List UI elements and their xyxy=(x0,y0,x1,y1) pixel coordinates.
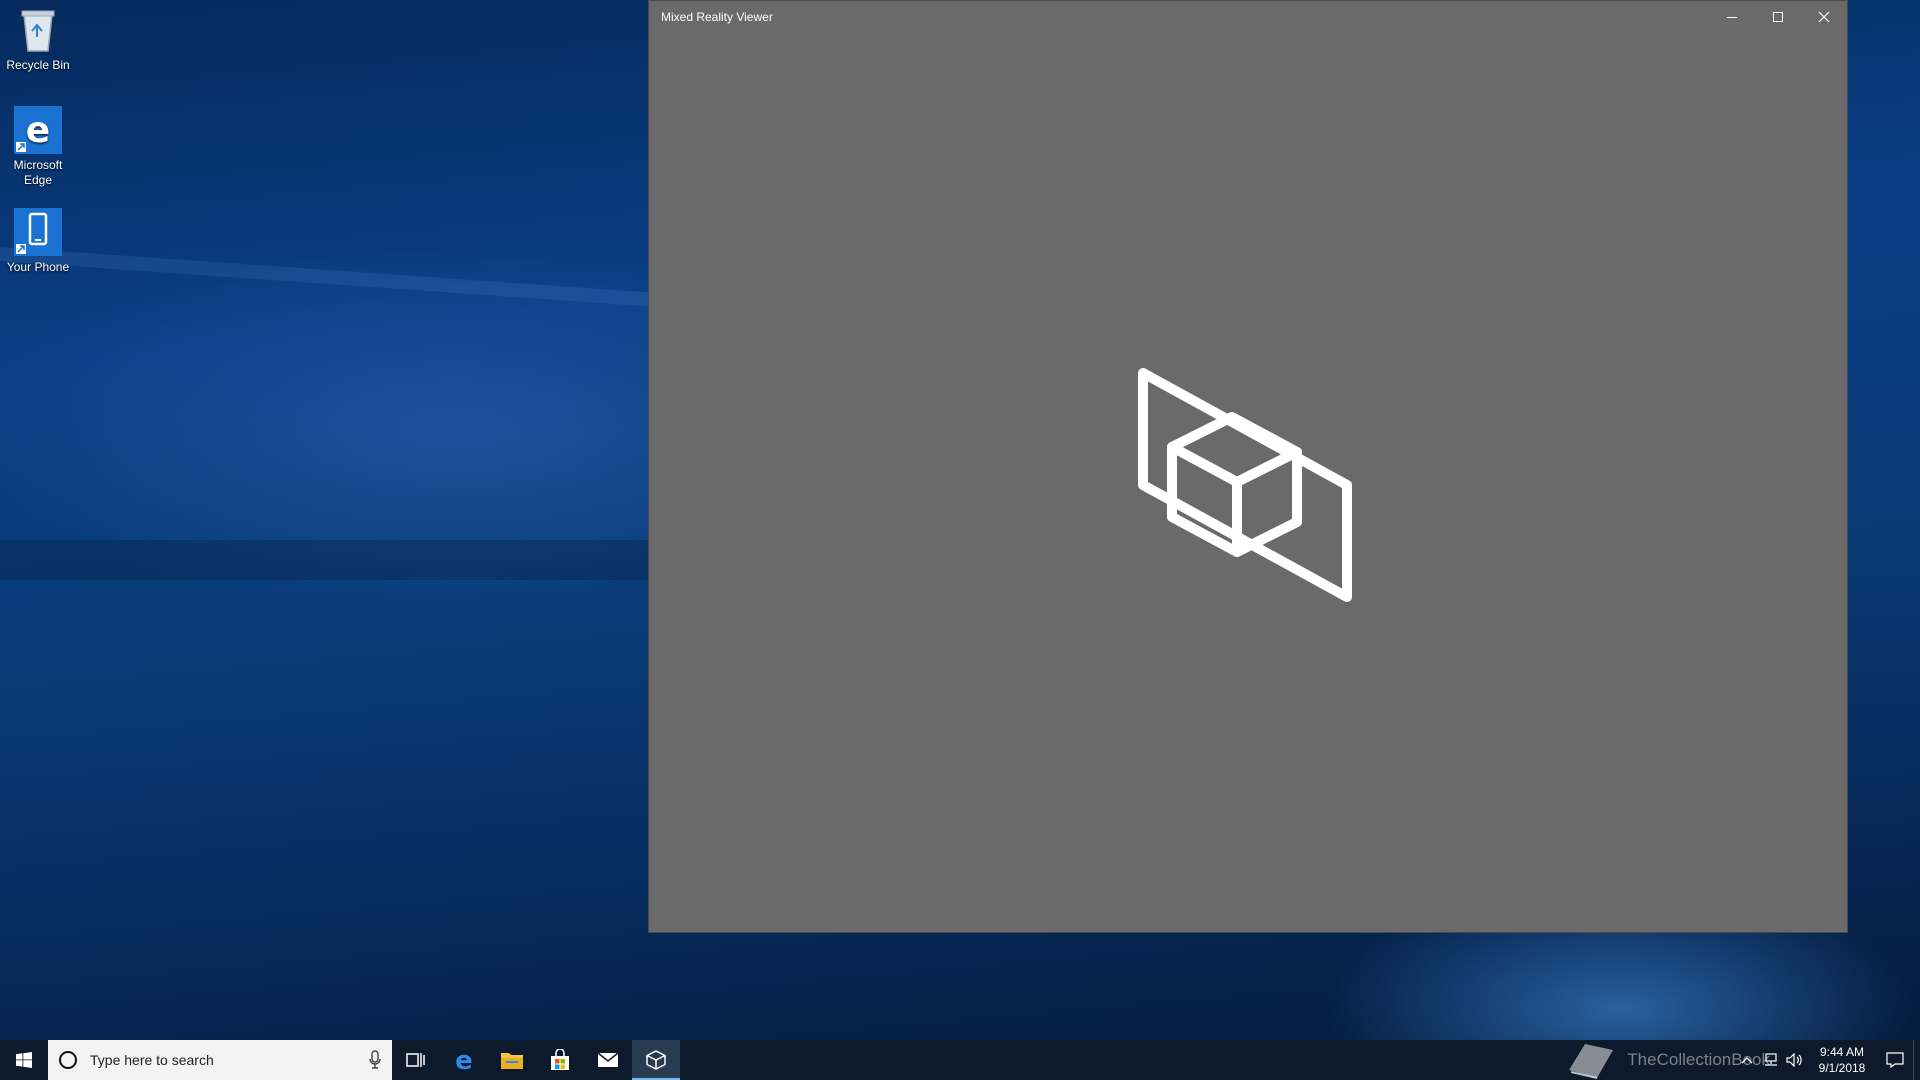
windows-logo-icon xyxy=(16,1052,32,1068)
desktop-icon-your-phone[interactable]: Your Phone xyxy=(0,208,76,275)
clock-date: 9/1/2018 xyxy=(1818,1061,1866,1075)
start-button[interactable] xyxy=(0,1040,48,1080)
task-view-icon xyxy=(406,1053,425,1067)
network-icon xyxy=(1765,1053,1777,1066)
show-hidden-icons-button[interactable] xyxy=(1735,1040,1759,1080)
window-titlebar[interactable]: Mixed Reality Viewer xyxy=(649,1,1847,33)
mixed-reality-viewer-logo-icon xyxy=(1138,368,1352,602)
mixed-reality-viewer-icon xyxy=(646,1050,666,1070)
maximize-button[interactable] xyxy=(1755,1,1801,33)
svg-text:e: e xyxy=(26,110,50,151)
network-button[interactable] xyxy=(1759,1040,1783,1080)
mixed-reality-viewer-window[interactable]: Mixed Reality Viewer xyxy=(648,0,1848,933)
taskbar-file-explorer-button[interactable] xyxy=(488,1040,536,1080)
desktop-icon-label: Recycle Bin xyxy=(6,58,70,72)
minimize-button[interactable] xyxy=(1709,1,1755,33)
speaker-icon xyxy=(1786,1053,1802,1067)
mail-icon xyxy=(597,1052,619,1067)
close-button[interactable] xyxy=(1801,1,1847,33)
volume-button[interactable] xyxy=(1783,1040,1807,1080)
taskbar-store-button[interactable] xyxy=(536,1040,584,1080)
search-placeholder: Type here to search xyxy=(90,1052,214,1068)
microphone-icon[interactable] xyxy=(368,1050,382,1070)
phone-icon xyxy=(14,208,62,256)
taskbar-mixed-reality-viewer-button[interactable] xyxy=(632,1040,680,1080)
chevron-up-icon xyxy=(1741,1057,1753,1064)
book-logo-icon xyxy=(1569,1044,1614,1079)
notification-icon xyxy=(1886,1052,1904,1068)
search-box[interactable]: Type here to search xyxy=(48,1040,392,1080)
edge-icon: e xyxy=(455,1047,473,1073)
show-desktop-button[interactable] xyxy=(1913,1040,1920,1080)
desktop-icon-microsoft-edge[interactable]: e Microsoft Edge xyxy=(0,106,76,188)
wallpaper-light-beam xyxy=(0,540,660,580)
edge-icon: e xyxy=(14,106,62,154)
taskbar-edge-button[interactable]: e xyxy=(440,1040,488,1080)
clock-time: 9:44 AM xyxy=(1819,1045,1865,1059)
svg-text:e: e xyxy=(455,1047,473,1073)
desktop-icon-label: Microsoft Edge xyxy=(13,158,63,187)
window-title: Mixed Reality Viewer xyxy=(661,10,773,24)
taskbar-mail-button[interactable] xyxy=(584,1040,632,1080)
minimize-icon xyxy=(1727,17,1737,18)
cortana-icon xyxy=(59,1051,77,1069)
recycle-bin-icon xyxy=(14,6,62,54)
desktop-icon-label: Your Phone xyxy=(6,260,70,274)
file-explorer-icon xyxy=(501,1053,523,1069)
desktop-icon-recycle-bin[interactable]: Recycle Bin xyxy=(0,6,76,73)
wallpaper-light-beam xyxy=(0,240,659,307)
clock[interactable]: 9:44 AM 9/1/2018 xyxy=(1807,1044,1877,1076)
taskbar: Type here to search e TheCollectionBook … xyxy=(0,1040,1920,1080)
close-icon xyxy=(1818,11,1830,23)
action-center-button[interactable] xyxy=(1877,1040,1913,1080)
store-icon xyxy=(551,1049,569,1070)
task-view-button[interactable] xyxy=(392,1040,440,1080)
maximize-icon xyxy=(1773,12,1783,22)
desktop: Recycle Bin e Microsoft Edge Your Phone xyxy=(0,0,1920,1040)
system-tray: 9:44 AM 9/1/2018 xyxy=(1735,1040,1920,1080)
